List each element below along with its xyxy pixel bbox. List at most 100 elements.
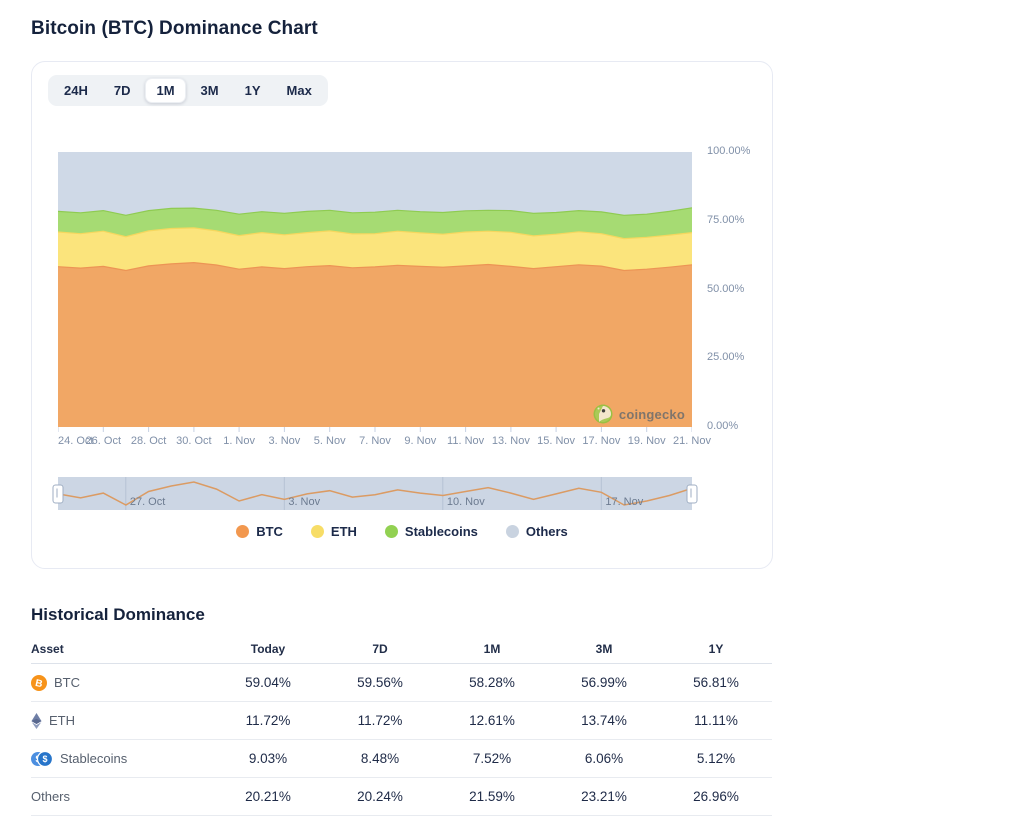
page-title: Bitcoin (BTC) Dominance Chart — [31, 18, 773, 40]
watermark-label: coingecko — [619, 407, 685, 422]
asset-cell: Others — [31, 789, 212, 804]
asset-cell: ETH — [31, 713, 212, 729]
table-row-btc: B BTC59.04%59.56%58.28%56.99%56.81% — [31, 664, 772, 702]
dominance-value: 56.81% — [660, 675, 772, 690]
historical-dominance-table: AssetToday7D1M3M1Y B BTC59.04%59.56%58.2… — [31, 635, 772, 816]
legend-dot-stablecoins — [385, 525, 398, 538]
dominance-value: 20.21% — [212, 789, 324, 804]
legend-dot-btc — [236, 525, 249, 538]
chart-legend: BTC ETH Stablecoins Others — [32, 524, 772, 539]
asset-label: Stablecoins — [60, 751, 127, 766]
dominance-value: 59.56% — [324, 675, 436, 690]
stacked-area-chart[interactable] — [58, 152, 692, 433]
x-axis-label: 17. Nov — [582, 435, 620, 447]
dominance-chart[interactable]: coingecko — [58, 152, 692, 433]
stablecoins-icon: $ $ — [31, 751, 53, 767]
x-axis-label: 11. Nov — [447, 435, 484, 447]
dominance-value: 11.72% — [324, 713, 436, 728]
x-axis-label: 5. Nov — [314, 435, 346, 447]
y-axis-label: 75.00% — [707, 214, 744, 226]
legend-label: Others — [526, 524, 568, 539]
asset-cell: $ $ Stablecoins — [31, 751, 212, 767]
legend-label: Stablecoins — [405, 524, 478, 539]
dominance-chart-card: 24H7D1M3M1YMax coingecko 100.00% 75.00% 50… — [31, 61, 773, 569]
column-header-3m: 3M — [548, 642, 660, 656]
dominance-value: 8.48% — [324, 751, 436, 766]
x-axis-label: 21. Nov — [673, 435, 711, 447]
dominance-value: 58.28% — [436, 675, 548, 690]
legend-item-eth[interactable]: ETH — [311, 524, 357, 539]
legend-item-stablecoins[interactable]: Stablecoins — [385, 524, 478, 539]
legend-label: ETH — [331, 524, 357, 539]
eth-icon — [31, 713, 42, 729]
page: Bitcoin (BTC) Dominance Chart 24H7D1M3M1… — [0, 0, 1027, 825]
chart-navigator[interactable]: 27. Oct3. Nov10. Nov17. Nov — [58, 477, 692, 510]
asset-cell: B BTC — [31, 675, 212, 691]
dominance-value: 9.03% — [212, 751, 324, 766]
table-body: B BTC59.04%59.56%58.28%56.99%56.81% ETH1… — [31, 664, 772, 816]
column-header-today: Today — [212, 642, 324, 656]
asset-label: ETH — [49, 713, 75, 728]
legend-dot-eth — [311, 525, 324, 538]
table-row-others: Others 20.21%20.24%21.59%23.21%26.96% — [31, 778, 772, 816]
time-range-selector: 24H7D1M3M1YMax — [48, 75, 328, 106]
x-axis-label: 1. Nov — [223, 435, 255, 447]
column-header-7d: 7D — [324, 642, 436, 656]
dominance-value: 59.04% — [212, 675, 324, 690]
column-header-asset: Asset — [31, 642, 212, 656]
dominance-value: 11.72% — [212, 713, 324, 728]
range-button-7d[interactable]: 7D — [103, 78, 142, 103]
column-header-1m: 1M — [436, 642, 548, 656]
dominance-value: 5.12% — [660, 751, 772, 766]
x-axis: 24. Oct26. Oct28. Oct30. Oct1. Nov3. Nov… — [58, 435, 692, 449]
main-content: Bitcoin (BTC) Dominance Chart 24H7D1M3M1… — [31, 0, 773, 816]
navigator-right-handle[interactable] — [687, 484, 698, 503]
btc-area — [58, 263, 692, 427]
range-button-max[interactable]: Max — [276, 78, 323, 103]
y-axis-label: 50.00% — [707, 283, 744, 295]
asset-label: Others — [31, 789, 70, 804]
y-axis-label: 0.00% — [707, 420, 738, 432]
x-axis-label: 26. Oct — [86, 435, 121, 447]
dominance-value: 20.24% — [324, 789, 436, 804]
dominance-value: 23.21% — [548, 789, 660, 804]
watermark: coingecko — [593, 404, 685, 424]
legend-item-btc[interactable]: BTC — [236, 524, 283, 539]
btc-icon: B — [31, 675, 47, 691]
svg-text:$: $ — [42, 754, 47, 764]
navigator-left-handle[interactable] — [53, 484, 64, 503]
range-button-24h[interactable]: 24H — [53, 78, 99, 103]
x-axis-label: 3. Nov — [268, 435, 300, 447]
table-header-row: AssetToday7D1M3M1Y — [31, 635, 772, 664]
legend-label: BTC — [256, 524, 283, 539]
legend-item-others[interactable]: Others — [506, 524, 568, 539]
dominance-value: 11.11% — [660, 713, 772, 728]
x-axis-label: 15. Nov — [537, 435, 575, 447]
range-button-1m[interactable]: 1M — [145, 78, 185, 103]
y-axis: 100.00%75.00%50.00%25.00%0.00% — [702, 152, 764, 433]
dominance-value: 21.59% — [436, 789, 548, 804]
x-axis-label: 13. Nov — [492, 435, 530, 447]
dominance-value: 13.74% — [548, 713, 660, 728]
x-axis-label: 9. Nov — [404, 435, 436, 447]
navigator-date-label: 17. Nov — [605, 496, 643, 508]
navigator-date-label: 27. Oct — [130, 496, 165, 508]
range-button-3m[interactable]: 3M — [190, 78, 230, 103]
table-row-stablecoins: $ $ Stablecoins9.03%8.48%7.52%6.06%5.12% — [31, 740, 772, 778]
table-row-eth: ETH11.72%11.72%12.61%13.74%11.11% — [31, 702, 772, 740]
navigator-date-label: 3. Nov — [288, 496, 320, 508]
dominance-value: 26.96% — [660, 789, 772, 804]
x-axis-label: 7. Nov — [359, 435, 391, 447]
y-axis-label: 25.00% — [707, 351, 744, 363]
coingecko-gecko-icon — [593, 404, 613, 424]
dominance-value: 12.61% — [436, 713, 548, 728]
x-axis-label: 19. Nov — [628, 435, 666, 447]
dominance-value: 7.52% — [436, 751, 548, 766]
dominance-value: 6.06% — [548, 751, 660, 766]
y-axis-label: 100.00% — [707, 145, 750, 157]
range-button-1y[interactable]: 1Y — [234, 78, 272, 103]
asset-label: BTC — [54, 675, 80, 690]
dominance-value: 56.99% — [548, 675, 660, 690]
x-axis-label: 30. Oct — [176, 435, 211, 447]
x-axis-label: 28. Oct — [131, 435, 166, 447]
